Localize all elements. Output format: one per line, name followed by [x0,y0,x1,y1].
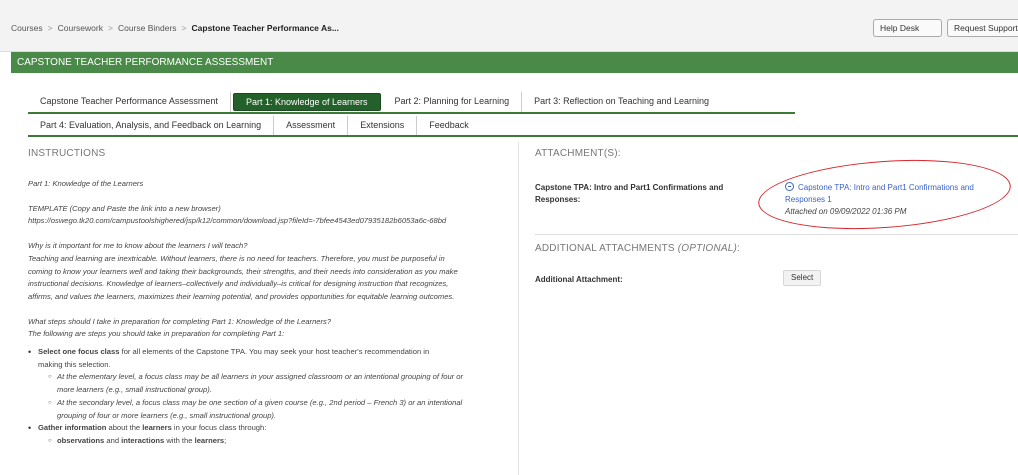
template-label: TEMPLATE (Copy and Paste the link into a… [28,203,221,213]
tab-part3-reflection[interactable]: Part 3: Reflection on Teaching and Learn… [522,92,721,112]
focus-class-text-cont: making this selection. [38,359,111,369]
steps-intro: The following are steps you should take … [28,329,285,339]
breadcrumb-separator: > [181,23,187,33]
why-question: Why is it important for me to know about… [28,241,248,251]
sub-item-text: more learners (e.g., small instructional… [57,385,212,395]
gather-info-text: about the [106,423,143,433]
why-paragraph-line: affirms, and values the learners, maximi… [28,291,455,301]
observations-strong: observations [57,435,105,445]
sub-list: observations and interactions with the l… [38,435,508,448]
sub-list: At the elementary level, a focus class m… [38,371,508,422]
attachments-heading: ATTACHMENT(S): [535,148,621,159]
interactions-strong: interactions [121,435,165,445]
sub-item-text: and [104,435,122,445]
instructions-panel: INSTRUCTIONS Part 1: Knowledge of the Le… [28,148,508,448]
help-desk-button[interactable]: Help Desk [873,19,942,37]
attachments-panel: ATTACHMENT(S): [535,148,1015,159]
sub-item-text: ; [224,435,227,445]
why-paragraph-line: instructional decisions. Knowledge of le… [28,279,449,289]
steps-list: Select one focus class for all elements … [28,346,508,448]
breadcrumb: Courses > Coursework > Course Binders > Capsto… [11,23,339,33]
additional-attachment-label: Additional Attachment: [535,275,623,284]
focus-class-strong: Select one focus class [38,347,120,357]
learners-strong: learners [142,423,172,433]
sub-item-text: At the secondary level, a focus class ma… [57,397,463,407]
breadcrumb-separator: > [47,23,53,33]
tab-bar-secondary: Part 4: Evaluation, Analysis, and Feedba… [28,116,481,136]
breadcrumb-item-course-binders[interactable]: Course Binders [118,23,177,33]
additional-heading-text: ADDITIONAL ATTACHMENTS [535,243,675,254]
tab-underline [28,112,795,114]
part-title: Part 1: Knowledge of the Learners [28,179,144,188]
tab-part2-planning[interactable]: Part 2: Planning for Learning [383,92,523,112]
sub-item-text: grouping of four or more learners (e.g.,… [57,410,277,420]
tab-assessment[interactable]: Assessment [274,116,349,136]
tab-part1-knowledge-of-learners[interactable]: Part 1: Knowledge of Learners [232,93,381,111]
tab-feedback[interactable]: Feedback [417,116,481,136]
attachment-label: Capstone TPA: Intro and Part1 Confirmati… [535,183,724,204]
breadcrumb-item-coursework[interactable]: Coursework [58,23,103,33]
sub-item-text: At the elementary level, a focus class m… [57,372,464,382]
tab-underline [28,135,1018,137]
breadcrumb-current: Capstone Teacher Performance As... [191,23,339,33]
why-paragraph-line: coming to know your learners well and ta… [28,266,458,276]
learners-strong: learners [194,435,225,445]
list-item: Gather information about the learners in… [28,422,508,447]
tab-part4-evaluation[interactable]: Part 4: Evaluation, Analysis, and Feedba… [28,116,275,136]
tab-bar-primary: Capstone Teacher Performance Assessment … [28,92,721,112]
gather-info-strong: Gather information [38,423,107,433]
list-item: At the elementary level, a focus class m… [48,371,508,396]
remove-circle-icon[interactable] [785,182,794,191]
sub-item-text: with the [164,435,195,445]
tab-capstone-overview[interactable]: Capstone Teacher Performance Assessment [28,92,231,112]
steps-question: What steps should I take in preparation … [28,316,332,326]
attachment-entry: Capstone TPA: Intro and Part1 Confirmati… [785,182,1010,218]
select-attachment-button[interactable]: Select [783,270,822,286]
template-url: https://oswego.tk20.com/campustoolshighe… [28,216,447,226]
request-support-button[interactable]: Request Support [947,19,1018,37]
focus-class-text: for all elements of the Capstone TPA. Yo… [119,347,430,357]
list-item: observations and interactions with the l… [48,435,508,448]
attachment-link-text[interactable]: Capstone TPA: Intro and Part1 Confirmati… [785,183,974,204]
breadcrumb-separator: > [107,23,113,33]
page-title: CAPSTONE TEACHER PERFORMANCE ASSESSMENT [11,52,1018,73]
top-bar: Courses > Coursework > Course Binders > Capsto… [0,0,1018,52]
attachment-link[interactable]: Capstone TPA: Intro and Part1 Confirmati… [785,182,1010,206]
breadcrumb-item-courses[interactable]: Courses [11,23,43,33]
instructions-heading: INSTRUCTIONS [28,148,106,159]
gather-info-text: in your focus class through: [171,423,267,433]
attachment-date: Attached on 09/09/2022 01:36 PM [785,207,907,216]
list-item: Select one focus class for all elements … [28,346,508,422]
additional-attachments-heading: ADDITIONAL ATTACHMENTS (OPTIONAL): [535,243,740,254]
list-item: At the secondary level, a focus class ma… [48,397,508,422]
column-divider [518,142,519,475]
optional-tag: (OPTIONAL) [677,243,737,254]
divider [535,234,1018,235]
heading-colon: : [737,243,740,254]
tab-extensions[interactable]: Extensions [348,116,418,136]
why-paragraph-line: Teaching and learning are inextricable. … [28,253,445,263]
